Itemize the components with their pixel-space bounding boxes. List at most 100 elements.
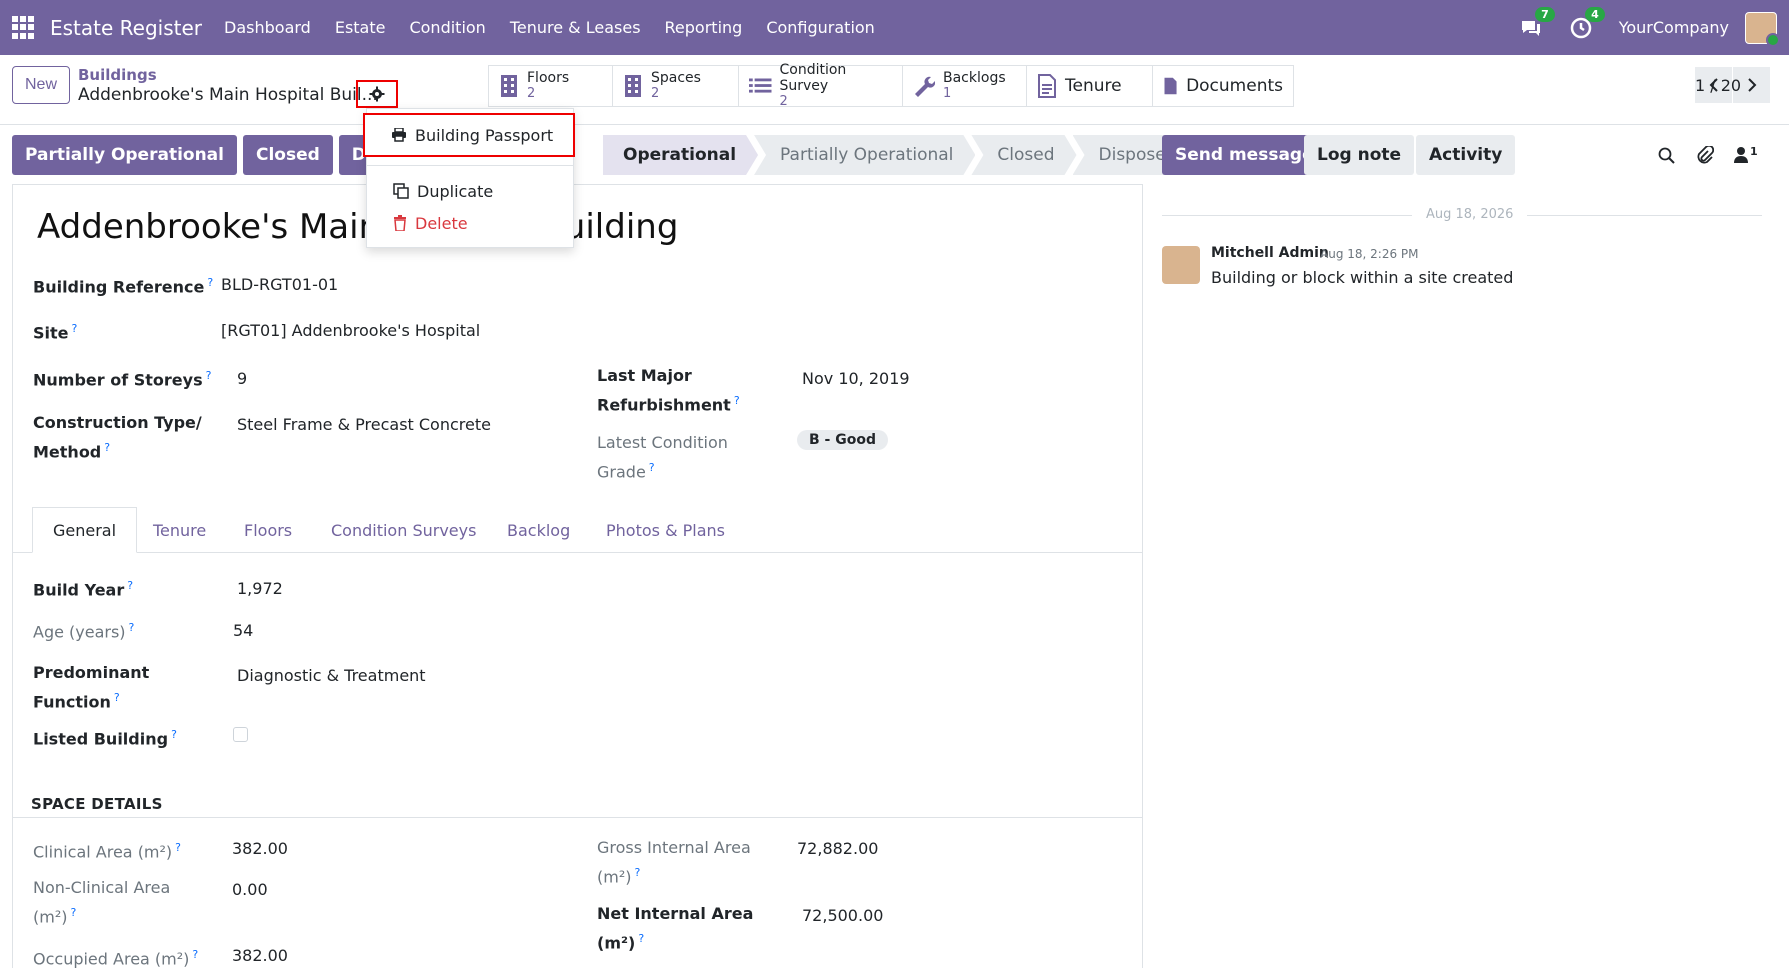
smart-button-spaces[interactable]: Spaces 2 <box>613 66 739 106</box>
activity-button[interactable]: Activity <box>1416 135 1516 175</box>
smart-count: 2 <box>527 86 536 101</box>
apps-menu-icon[interactable] <box>12 15 36 40</box>
gross-internal-area-value: 72,882.00 <box>797 839 879 858</box>
chevron-right-icon <box>1747 78 1756 92</box>
menu-tenure-leases[interactable]: Tenure & Leases <box>510 18 641 37</box>
smart-label: Tenure <box>1065 76 1122 96</box>
smart-count: 2 <box>651 86 660 101</box>
build-year-label: Build Year? <box>33 579 134 600</box>
smart-count: 1 <box>943 86 952 101</box>
smart-label: Floors <box>527 70 570 86</box>
building-icon <box>625 75 641 97</box>
smart-button-condition-survey[interactable]: Condition Survey 2 <box>739 62 903 109</box>
smart-count: 2 <box>779 94 788 109</box>
activities-badge: 4 <box>1585 6 1605 22</box>
followers-button[interactable]: 1 <box>1734 145 1758 163</box>
net-internal-area-label: Net Internal Area (m²)? <box>597 904 754 953</box>
storeys-label: Number of Storeys? <box>33 369 212 390</box>
document-icon <box>1038 74 1056 98</box>
building-passport-item[interactable]: Building Passport <box>363 113 575 157</box>
tab-backlog[interactable]: Backlog <box>507 507 570 553</box>
space-details-heading: SPACE DETAILS <box>31 795 163 813</box>
non-clinical-area-value: 0.00 <box>232 880 268 899</box>
message-time: Aug 18, 2:26 PM <box>1320 247 1419 261</box>
company-switcher[interactable]: YourCompany <box>1619 18 1729 37</box>
log-note-button[interactable]: Log note <box>1304 135 1415 175</box>
chatter-panel: Send message Log note Activity 1 Aug 18,… <box>1150 135 1789 968</box>
actions-gear-button[interactable] <box>356 80 398 108</box>
site-label: Site? <box>33 322 78 343</box>
search-icon[interactable] <box>1658 147 1676 165</box>
new-button[interactable]: New <box>12 66 71 104</box>
clinical-area-value: 382.00 <box>232 839 288 858</box>
tab-tenure[interactable]: Tenure <box>153 507 206 553</box>
top-navbar: Estate Register Dashboard Estate Conditi… <box>0 0 1789 55</box>
function-label: Predominant Function? <box>33 663 150 712</box>
listed-building-label: Listed Building? <box>33 728 177 749</box>
user-avatar[interactable] <box>1745 11 1780 47</box>
file-icon <box>1164 77 1177 95</box>
function-value[interactable]: Diagnostic & Treatment <box>237 666 426 685</box>
smart-button-floors[interactable]: Floors 2 <box>489 66 613 106</box>
tab-general[interactable]: General <box>32 507 138 553</box>
smart-button-tenure[interactable]: Tenure <box>1027 66 1153 106</box>
building-icon <box>501 75 517 97</box>
trash-icon <box>394 215 406 231</box>
net-internal-area-value[interactable]: 72,500.00 <box>802 906 883 925</box>
tab-floors[interactable]: Floors <box>244 507 292 553</box>
pager: 1 / 20 <box>1695 67 1771 103</box>
tab-photos-plans[interactable]: Photos & Plans <box>606 507 725 553</box>
smart-button-documents[interactable]: Documents <box>1153 66 1293 106</box>
duplicate-item[interactable]: Duplicate <box>367 175 573 207</box>
delete-item[interactable]: Delete <box>367 207 573 239</box>
message-body: Building or block within a site created <box>1211 268 1514 287</box>
menu-estate[interactable]: Estate <box>335 18 386 37</box>
age-value: 54 <box>233 621 254 640</box>
menu-dashboard[interactable]: Dashboard <box>224 18 311 37</box>
pager-value[interactable]: 1 / 20 <box>1695 76 1741 95</box>
listed-building-checkbox[interactable] <box>233 727 248 742</box>
smart-label: Backlogs <box>943 70 1006 86</box>
partially-operational-button[interactable]: Partially Operational <box>12 135 237 175</box>
stage-operational[interactable]: Operational <box>603 135 758 175</box>
copy-icon <box>393 183 409 199</box>
tab-condition-surveys[interactable]: Condition Surveys <box>331 507 476 553</box>
menu-configuration[interactable]: Configuration <box>766 18 875 37</box>
author-avatar[interactable] <box>1162 246 1200 284</box>
building-reference-value[interactable]: BLD-RGT01-01 <box>221 275 338 294</box>
clinical-area-label: Clinical Area (m²)? <box>33 841 182 862</box>
smart-label: Documents <box>1186 76 1283 96</box>
refurbishment-value[interactable]: Nov 10, 2019 <box>802 369 910 388</box>
gross-internal-area-label: Gross Internal Area (m²)? <box>597 838 751 887</box>
build-year-value[interactable]: 1,972 <box>237 579 283 598</box>
breadcrumb-parent[interactable]: Buildings <box>78 66 157 84</box>
duplicate-label: Duplicate <box>417 181 494 201</box>
app-brand[interactable]: Estate Register <box>50 16 202 40</box>
stage-partially-operational[interactable]: Partially Operational <box>754 135 975 175</box>
menu-reporting[interactable]: Reporting <box>665 18 743 37</box>
menu-condition[interactable]: Condition <box>409 18 485 37</box>
stage-closed[interactable]: Closed <box>971 135 1076 175</box>
date-separator-label: Aug 18, 2026 <box>1412 207 1528 222</box>
gear-icon <box>369 86 385 102</box>
smart-button-backlogs[interactable]: Backlogs 1 <box>903 66 1027 106</box>
age-label: Age (years)? <box>33 621 135 642</box>
breadcrumb-current: Addenbrooke's Main Hospital Buil... <box>78 85 378 105</box>
activities-icon[interactable]: 4 <box>1569 6 1605 40</box>
messages-icon[interactable]: 7 <box>1519 6 1555 40</box>
smart-buttons: Floors 2 Spaces 2 Condition Survey 2 Backlo… <box>488 62 1294 109</box>
followers-count: 1 <box>1750 145 1758 158</box>
print-icon <box>392 128 406 142</box>
control-panel: New Buildings Addenbrooke's Main Hospita… <box>0 55 1789 125</box>
condition-grade-label: Latest Condition Grade? <box>597 433 728 482</box>
message-author[interactable]: Mitchell Admin <box>1211 245 1329 261</box>
construction-value[interactable]: Steel Frame & Precast Concrete <box>237 415 491 434</box>
send-message-button[interactable]: Send message <box>1162 135 1327 175</box>
closed-button[interactable]: Closed <box>242 135 333 175</box>
section-divider <box>13 817 1142 818</box>
site-value[interactable]: [RGT01] Addenbrooke's Hospital <box>221 321 480 340</box>
record-title[interactable]: Addenbrooke's Main Hospital Building <box>37 207 678 247</box>
storeys-value[interactable]: 9 <box>237 369 247 388</box>
paperclip-icon[interactable] <box>1696 146 1714 166</box>
messages-badge: 7 <box>1535 6 1555 22</box>
